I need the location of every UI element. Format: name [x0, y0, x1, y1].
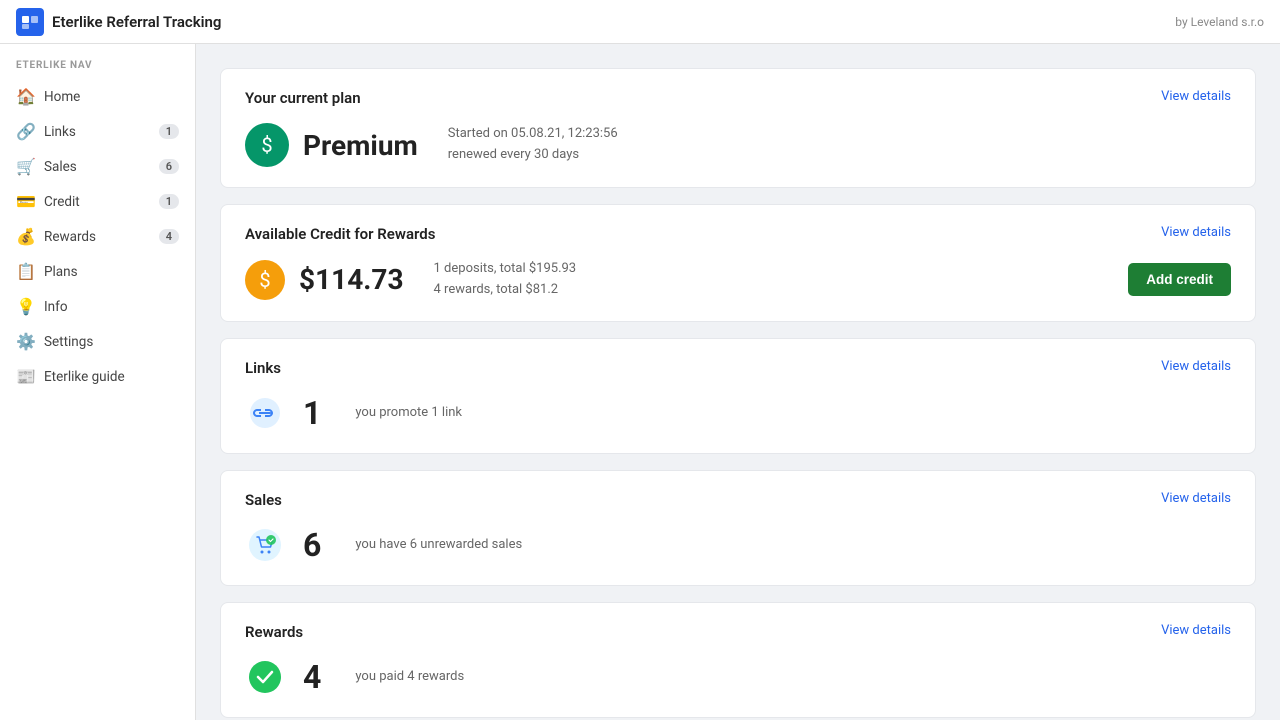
- plan-icon: $: [245, 123, 289, 167]
- sales-count: 6: [303, 526, 321, 564]
- sidebar-item-settings[interactable]: ⚙️ Settings: [0, 324, 195, 359]
- app-logo: Eterlike Referral Tracking: [16, 8, 221, 36]
- sales-description: you have 6 unrewarded sales: [355, 537, 522, 552]
- sidebar: ETERLIKE NAV 🏠 Home 🔗 Links 1 🛒 Sales 6 …: [0, 44, 196, 720]
- plan-view-details[interactable]: View details: [1161, 89, 1231, 104]
- credit-coin-icon: $: [245, 260, 285, 300]
- sidebar-nav-label: ETERLIKE NAV: [0, 60, 195, 79]
- sidebar-label-links: Links: [44, 124, 149, 140]
- info-icon: 💡: [16, 297, 34, 316]
- sidebar-label-info: Info: [44, 299, 179, 315]
- links-description: you promote 1 link: [355, 405, 462, 420]
- credit-amount: $114.73: [299, 263, 404, 296]
- plan-started: Started on 05.08.21, 12:23:56: [448, 124, 618, 145]
- sales-stat-icon: [245, 525, 285, 565]
- topbar: Eterlike Referral Tracking by Leveland s…: [0, 0, 1280, 44]
- links-view-details[interactable]: View details: [1161, 359, 1231, 374]
- rewards-badge: 4: [159, 229, 179, 244]
- add-credit-button[interactable]: Add credit: [1128, 263, 1231, 296]
- sales-card-header: Sales View details: [245, 491, 1231, 509]
- sidebar-label-home: Home: [44, 89, 179, 105]
- links-icon: 🔗: [16, 122, 34, 141]
- links-stat-icon: [245, 393, 285, 433]
- rewards-count: 4: [303, 658, 321, 696]
- sales-view-details[interactable]: View details: [1161, 491, 1231, 506]
- links-count: 1: [303, 394, 321, 432]
- plan-info: Started on 05.08.21, 12:23:56 renewed ev…: [448, 124, 618, 166]
- sales-badge: 6: [159, 159, 179, 174]
- sidebar-label-rewards: Rewards: [44, 229, 149, 245]
- plan-card-title: Your current plan: [245, 89, 361, 107]
- plan-row: $ Premium Started on 05.08.21, 12:23:56 …: [245, 123, 1231, 167]
- topbar-byline: by Leveland s.r.o: [1175, 15, 1264, 29]
- rewards-stat-icon: [245, 657, 285, 697]
- links-card-title: Links: [245, 359, 281, 377]
- sidebar-item-guide[interactable]: 📰 Eterlike guide: [0, 359, 195, 394]
- sidebar-item-rewards[interactable]: 💰 Rewards 4: [0, 219, 195, 254]
- settings-icon: ⚙️: [16, 332, 34, 351]
- links-stat-row: 1 you promote 1 link: [245, 393, 1231, 433]
- rewards-stat-row: 4 you paid 4 rewards: [245, 657, 1231, 697]
- sidebar-label-plans: Plans: [44, 264, 179, 280]
- credit-row: $ $114.73 1 deposits, total $195.93 4 re…: [245, 259, 1231, 301]
- sales-card: Sales View details 6 you have 6 unreward…: [220, 470, 1256, 586]
- sidebar-label-guide: Eterlike guide: [44, 369, 179, 385]
- sales-stat-row: 6 you have 6 unrewarded sales: [245, 525, 1231, 565]
- credit-card-title: Available Credit for Rewards: [245, 225, 435, 243]
- rewards-icon: 💰: [16, 227, 34, 246]
- sidebar-item-plans[interactable]: 📋 Plans: [0, 254, 195, 289]
- credit-card-header: Available Credit for Rewards View detail…: [245, 225, 1231, 243]
- plan-card: Your current plan View details $ Premium…: [220, 68, 1256, 188]
- credit-info: 1 deposits, total $195.93 4 rewards, tot…: [434, 259, 1115, 301]
- plan-name: Premium: [303, 129, 418, 162]
- credit-deposits: 1 deposits, total $195.93: [434, 259, 1115, 280]
- credit-view-details[interactable]: View details: [1161, 225, 1231, 240]
- links-card-header: Links View details: [245, 359, 1231, 377]
- plan-renewed: renewed every 30 days: [448, 145, 618, 166]
- home-icon: 🏠: [16, 87, 34, 106]
- sidebar-item-credit[interactable]: 💳 Credit 1: [0, 184, 195, 219]
- rewards-description: you paid 4 rewards: [355, 669, 464, 684]
- plan-card-header: Your current plan View details: [245, 89, 1231, 107]
- sidebar-item-home[interactable]: 🏠 Home: [0, 79, 195, 114]
- links-card: Links View details 1 you promote 1 link: [220, 338, 1256, 454]
- credit-icon: 💳: [16, 192, 34, 211]
- sidebar-label-credit: Credit: [44, 194, 149, 210]
- sales-card-title: Sales: [245, 491, 282, 509]
- credit-rewards-total: 4 rewards, total $81.2: [434, 280, 1115, 301]
- rewards-card-header: Rewards View details: [245, 623, 1231, 641]
- sidebar-label-settings: Settings: [44, 334, 179, 350]
- rewards-card-title: Rewards: [245, 623, 303, 641]
- rewards-view-details[interactable]: View details: [1161, 623, 1231, 638]
- sidebar-label-sales: Sales: [44, 159, 149, 175]
- sales-icon: 🛒: [16, 157, 34, 176]
- logo-icon: [16, 8, 44, 36]
- credit-card: Available Credit for Rewards View detail…: [220, 204, 1256, 322]
- guide-icon: 📰: [16, 367, 34, 386]
- sidebar-item-info[interactable]: 💡 Info: [0, 289, 195, 324]
- sidebar-item-sales[interactable]: 🛒 Sales 6: [0, 149, 195, 184]
- credit-badge: 1: [159, 194, 179, 209]
- links-badge: 1: [159, 124, 179, 139]
- app-title: Eterlike Referral Tracking: [52, 13, 221, 31]
- plans-icon: 📋: [16, 262, 34, 281]
- sidebar-item-links[interactable]: 🔗 Links 1: [0, 114, 195, 149]
- rewards-card: Rewards View details 4 you paid 4 reward…: [220, 602, 1256, 718]
- main-content: Your current plan View details $ Premium…: [196, 44, 1280, 720]
